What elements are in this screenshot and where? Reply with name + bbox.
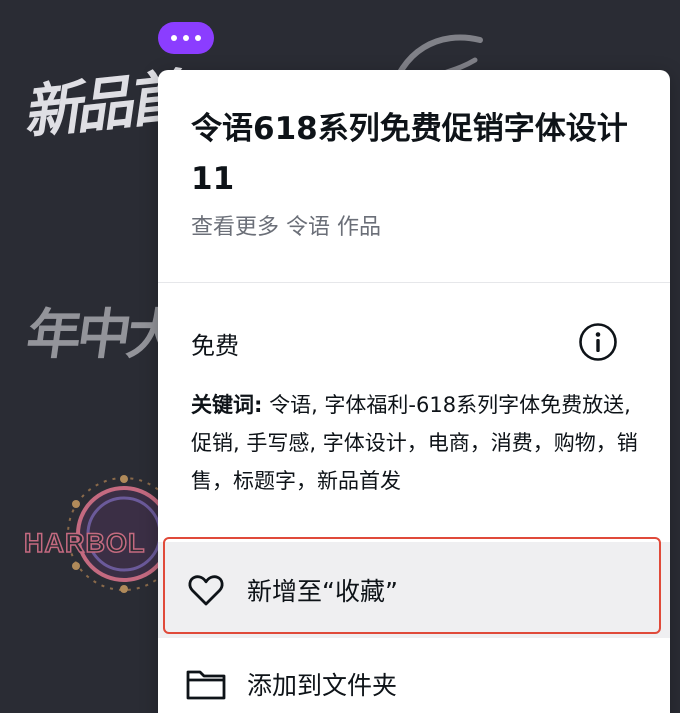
keywords-label: 关键词: xyxy=(191,393,263,417)
canvas: 新品首 年中大促 HARBOL ー 令语618系列免费促销字体设计11 查看更多… xyxy=(0,0,680,713)
see-more-by-author-link[interactable]: 查看更多 令语 作品 xyxy=(191,209,381,241)
ellipsis-icon xyxy=(171,35,177,41)
background-art-bottom: ー xyxy=(48,690,88,713)
ellipsis-icon xyxy=(195,35,201,41)
add-to-folder-button[interactable]: 添加到文件夹 xyxy=(158,636,670,713)
info-icon[interactable] xyxy=(578,322,618,362)
divider xyxy=(158,282,670,283)
add-to-folder-label: 添加到文件夹 xyxy=(247,671,398,700)
highlight-box xyxy=(163,537,661,634)
folder-icon xyxy=(186,670,226,700)
ellipsis-icon xyxy=(183,35,189,41)
background-badge-text: HARBOL xyxy=(23,527,146,559)
template-title: 令语618系列免费促销字体设计11 xyxy=(191,111,628,197)
keywords-text: 关键词: 令语, 字体福利-618系列字体免费放送, 促销, 手写感, 字体设计… xyxy=(191,386,639,500)
price-label: 免费 xyxy=(191,332,239,360)
more-options-button[interactable] xyxy=(158,22,214,54)
